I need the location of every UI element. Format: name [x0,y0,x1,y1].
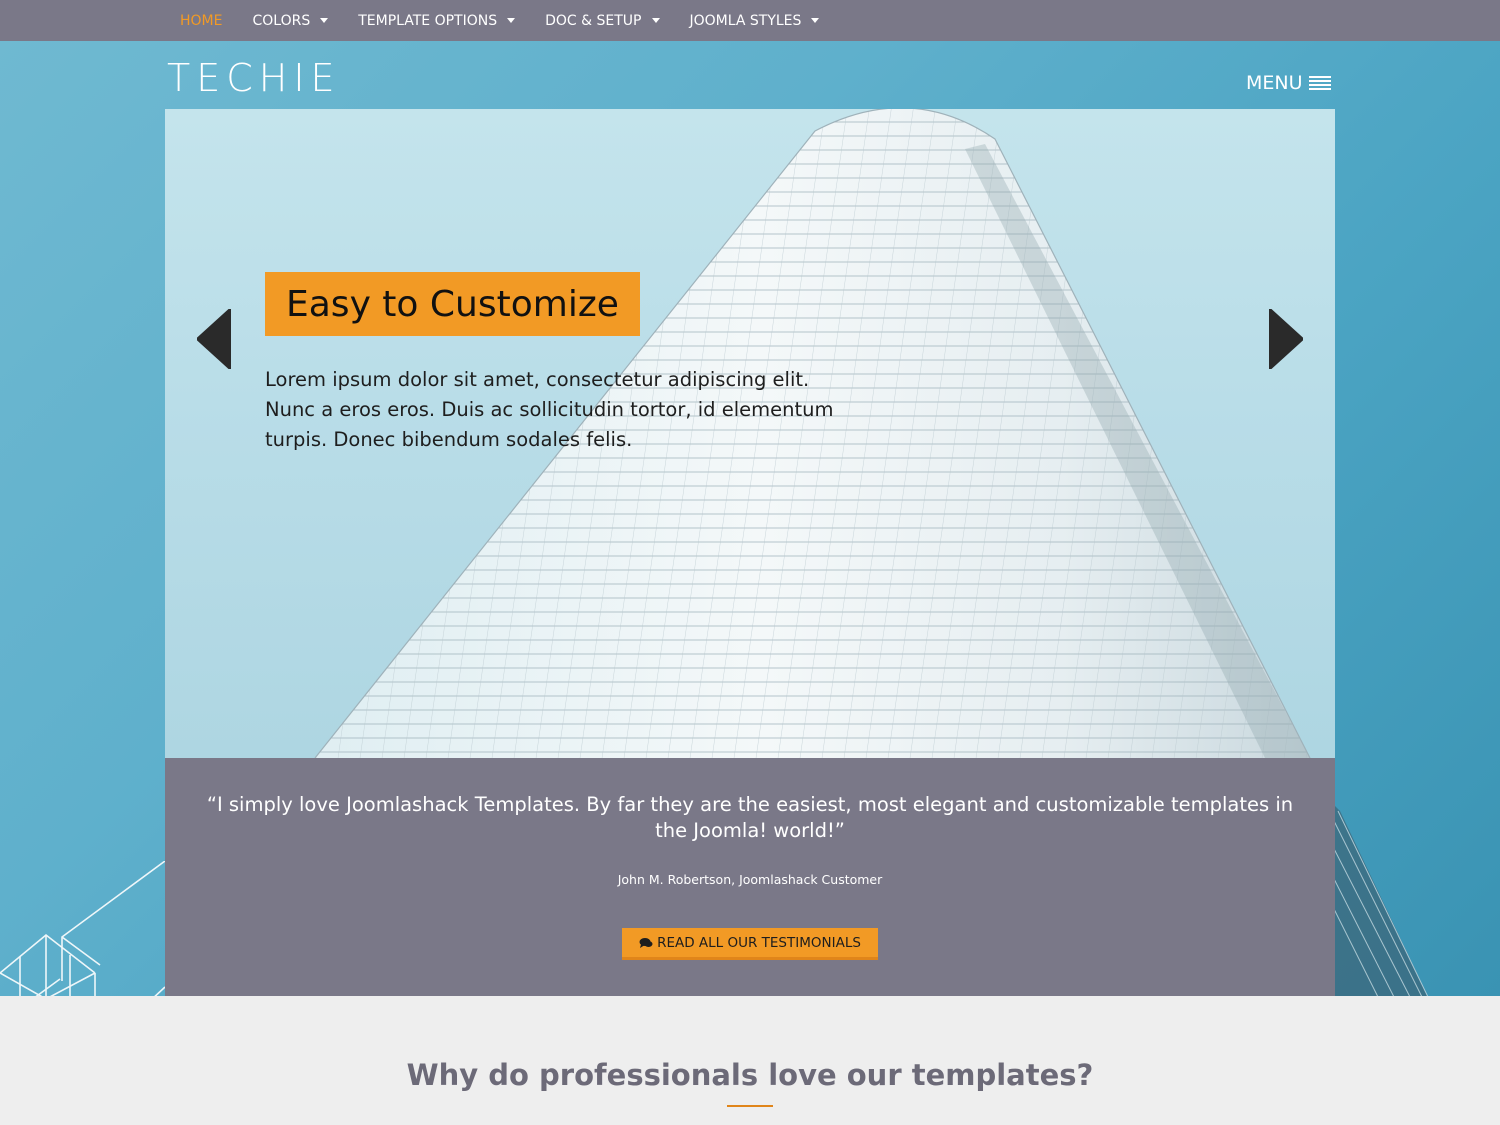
nav-item-label: TEMPLATE OPTIONS [358,12,498,29]
hamburger-icon [1308,76,1331,90]
nav-item-label: COLORS [252,12,311,29]
menu-button[interactable]: MENU [1246,72,1331,94]
nav-item-label: HOME [180,12,223,29]
testimonial-panel: “I simply love Joomlashack Templates. By… [165,758,1335,996]
caret-down-icon [651,18,660,23]
slide-title: Easy to Customize [265,272,640,336]
nav-item-joomla-styles[interactable]: JOOMLA STYLES [675,0,835,41]
chevron-left-icon[interactable] [197,309,233,369]
caret-down-icon [811,18,820,23]
caret-down-icon [320,18,329,23]
nav-item-home[interactable]: HOME [165,0,237,41]
read-testimonials-button[interactable]: READ ALL OUR TESTIMONIALS [622,928,878,960]
section-title: Why do professionals love our templates? [406,1058,1094,1092]
testimonial-quote: “I simply love Joomlashack Templates. By… [206,793,1294,842]
menu-label: MENU [1246,72,1303,94]
slide-text: Lorem ipsum dolor sit amet, consectetur … [265,368,834,451]
tower-edge-decoration [1330,801,1429,996]
chevron-right-icon[interactable] [1267,309,1303,369]
nav-item-doc-setup[interactable]: DOC & SETUP [530,0,674,41]
nav-list: HOME COLORS TEMPLATE OPTIONS DOC & SETUP… [165,0,834,41]
nav-item-colors[interactable]: COLORS [237,0,343,41]
caret-down-icon [507,18,516,23]
site-logo[interactable]: TECHIE [167,58,341,98]
hero-slide: Easy to Customize Lorem ipsum dolor sit … [165,109,1335,758]
nav-item-label: JOOMLA STYLES [689,12,802,29]
section-divider [727,1105,773,1107]
comments-icon [639,937,653,948]
wireframe-decoration [0,861,166,996]
top-nav: HOME COLORS TEMPLATE OPTIONS DOC & SETUP… [0,0,1500,41]
testimonial-author: John M. Robertson, Joomlashack Customer [617,872,883,887]
button-label: READ ALL OUR TESTIMONIALS [657,934,861,951]
nav-item-template-options[interactable]: TEMPLATE OPTIONS [343,0,530,41]
nav-item-label: DOC & SETUP [545,12,642,29]
